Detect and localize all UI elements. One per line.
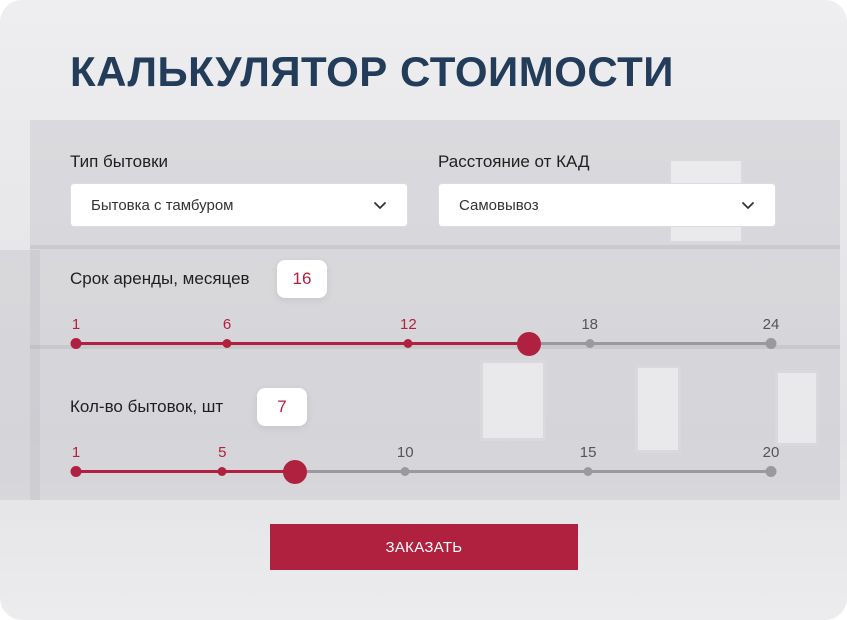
rent-term-tick-dot [765,338,777,349]
order-button[interactable]: ЗАКАЗАТЬ [270,524,578,570]
rent-term-tick-label: 1 [71,316,81,333]
rent-term-tick-dot [403,339,413,348]
cabin-type-value: Бытовка с тамбуром [91,196,234,214]
rent-term-tick-label: 18 [581,316,599,333]
cabin-count-label: Кол-во бытовок, шт [70,397,224,416]
distance-select[interactable]: Самовывоз [438,183,776,227]
rent-term-label: Срок аренды, месяцев [70,269,250,288]
chevron-down-icon [374,202,386,209]
cabin-count-tick-dot [583,467,593,476]
page-title: КАЛЬКУЛЯТОР СТОИМОСТИ [70,48,674,95]
chevron-down-icon [742,202,754,209]
distance-label: Расстояние от КАД [438,152,590,171]
rent-term-tick-label: 24 [762,316,780,333]
cabin-count-tick-label: 10 [396,444,414,461]
rent-term-slider-thumb[interactable] [517,332,542,356]
cabin-count-tick-dot [765,466,777,477]
rent-term-value-badge: 16 [277,260,327,298]
rent-term-tick-label: 12 [400,316,417,333]
rent-term-tick-dot [70,338,82,349]
rent-term-slider[interactable] [70,332,777,356]
cabin-count-slider[interactable] [70,460,777,484]
cabin-type-select[interactable]: Бытовка с тамбуром [70,183,408,227]
cabin-count-slider-fill [76,470,296,473]
cabin-type-label: Тип бытовки [70,152,169,171]
cabin-count-slider-thumb[interactable] [283,460,308,484]
distance-value: Самовывоз [459,196,539,214]
rent-term-tick-label: 6 [222,316,232,333]
cabin-count-value-badge: 7 [257,388,307,426]
cabin-count-tick-label: 20 [762,444,780,461]
rent-term-tick-labels: 1 6 12 18 24 [0,316,847,336]
cabin-count-tick-label: 1 [71,444,81,461]
cabin-count-tick-labels: 1 5 10 15 20 [0,444,847,464]
rent-term-tick-dot [585,339,595,348]
cabin-count-tick-dot [400,467,410,476]
cabin-count-tick-label: 5 [218,444,227,461]
cabin-count-tick-dot [217,467,227,476]
calculator-card: КАЛЬКУЛЯТОР СТОИМОСТИ Тип бытовки Бытовк… [0,0,847,620]
rent-term-tick-dot [222,339,232,348]
rent-term-slider-fill [76,342,530,345]
cabin-count-tick-dot [70,466,82,477]
cabin-count-tick-label: 15 [579,444,597,461]
